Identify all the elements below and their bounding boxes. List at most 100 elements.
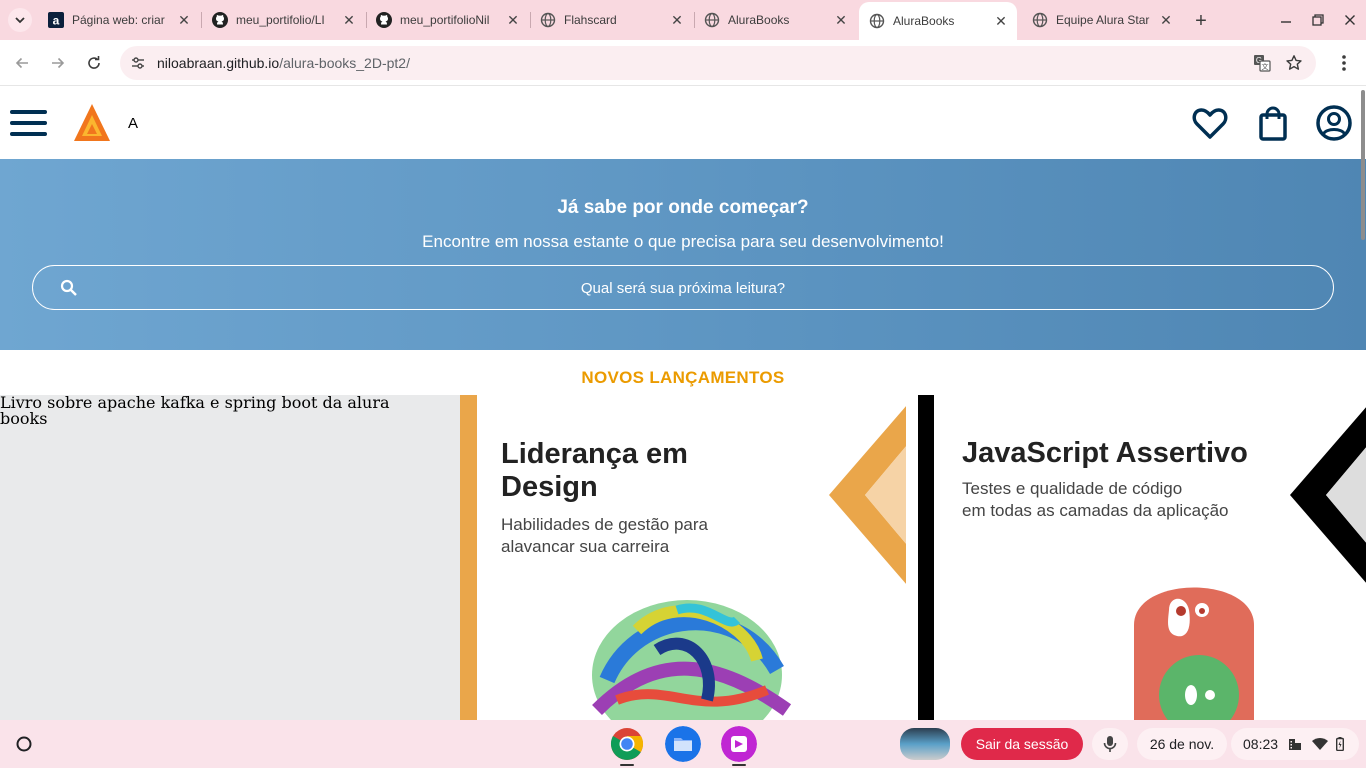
book-title-line: Liderança em [501, 438, 688, 470]
book-subtitle-line: em todas as camadas da aplicação [962, 501, 1229, 520]
heart-icon[interactable] [1191, 104, 1229, 142]
book-cover-broken-image[interactable]: Livro sobre apache kafka e spring boot d… [0, 395, 460, 720]
new-releases-carousel: Livro sobre apache kafka e spring boot d… [0, 395, 1366, 720]
shopping-bag-icon[interactable] [1254, 104, 1292, 142]
date-tray[interactable]: 26 de nov. [1137, 728, 1227, 760]
page-scrollbar[interactable] [1361, 90, 1365, 240]
book-cover-lideranca-em-design[interactable]: Liderança em Design Habilidades de gestã… [460, 395, 906, 720]
close-icon[interactable]: ✕ [1158, 12, 1174, 28]
brand-text: A [128, 115, 139, 132]
globe-icon [869, 13, 885, 29]
web-page: A Já sabe por onde começar? Encontre em … [0, 87, 1366, 720]
enterprise-building-icon [1289, 739, 1302, 750]
user-account-icon[interactable] [1315, 104, 1353, 142]
running-indicator [732, 764, 746, 766]
globe-icon [540, 12, 556, 28]
running-indicator [620, 764, 634, 766]
browser-tab[interactable]: Equipe Alura Star ✕ [1022, 0, 1182, 40]
bookmark-star-icon[interactable] [1285, 54, 1303, 72]
address-bar[interactable]: niloabraan.github.io/alura-books_2D-pt2/… [120, 46, 1316, 80]
ghost-mascot-illustration-icon [1134, 587, 1254, 720]
tab-search-button[interactable] [8, 8, 32, 32]
more-options-icon[interactable] [1334, 52, 1354, 74]
hero-subtitle: Encontre em nossa estante o que precisa … [422, 232, 944, 251]
microphone-button[interactable] [1092, 728, 1128, 760]
svg-text:文: 文 [1262, 62, 1269, 71]
tab-title: Página web: criar [72, 13, 165, 27]
tab-title: meu_portifolioNil [400, 13, 490, 27]
restore-button[interactable] [1304, 6, 1332, 34]
screencast-app-icon[interactable] [721, 726, 757, 762]
book-cover-javascript-assertivo[interactable]: JavaScript Assertivo Testes e qualidade … [918, 395, 1366, 720]
github-icon [212, 12, 228, 28]
browser-toolbar: niloabraan.github.io/alura-books_2D-pt2/… [0, 40, 1366, 86]
close-icon[interactable]: ✕ [993, 13, 1009, 29]
tab-title: AluraBooks [728, 13, 790, 27]
cover-chevron-decoration-icon [829, 406, 906, 584]
microphone-icon [1103, 736, 1117, 752]
close-icon[interactable]: ✕ [505, 12, 521, 28]
book-title: Liderança em Design [501, 438, 688, 504]
launcher-icon[interactable] [12, 732, 36, 756]
menu-icon[interactable] [10, 110, 47, 136]
book-subtitle-line: alavancar sua carreira [501, 537, 670, 556]
site-settings-icon[interactable] [130, 55, 146, 71]
browser-tab[interactable]: Flahscard ✕ [530, 0, 693, 40]
new-tab-button[interactable]: + [1190, 10, 1212, 32]
status-tray[interactable]: 08:23 [1231, 728, 1359, 760]
browser-tab[interactable]: a Página web: criar ✕ [38, 0, 200, 40]
broken-image-alt-text: Livro sobre apache kafka e spring boot d… [0, 395, 390, 428]
github-icon [376, 12, 392, 28]
close-icon[interactable]: ✕ [176, 12, 192, 28]
url-path: /alura-books_2D-pt2/ [279, 55, 410, 71]
battery-icon [1336, 737, 1345, 751]
translate-icon[interactable]: G文 [1253, 54, 1271, 72]
search-input[interactable] [93, 272, 1273, 304]
browser-tab[interactable]: meu_portifolioNil ✕ [366, 0, 529, 40]
search-icon [60, 279, 77, 296]
holding-space-thumbnail[interactable] [900, 728, 950, 760]
reload-button[interactable] [81, 50, 107, 76]
forward-button[interactable] [45, 50, 71, 76]
close-icon[interactable]: ✕ [833, 12, 849, 28]
book-subtitle-line: Habilidades de gestão para [501, 515, 708, 534]
alura-a-icon: a [48, 12, 64, 28]
minimize-button[interactable] [1272, 6, 1300, 34]
globe-icon [704, 12, 720, 28]
browser-tab[interactable]: AluraBooks ✕ [694, 0, 857, 40]
close-icon[interactable]: ✕ [341, 12, 357, 28]
close-icon[interactable]: ✕ [669, 12, 685, 28]
browser-tab[interactable]: meu_portifolio/LI ✕ [202, 0, 365, 40]
files-icon[interactable] [665, 726, 701, 762]
plus-icon: + [1195, 9, 1207, 32]
url-text: niloabraan.github.io/alura-books_2D-pt2/ [157, 55, 410, 71]
alurabooks-logo-icon[interactable] [72, 103, 112, 143]
tab-title: Flahscard [564, 13, 617, 27]
arrow-right-icon [52, 57, 65, 69]
globe-icon [1032, 12, 1048, 28]
paint-scribble-illustration-icon [592, 600, 792, 720]
browser-tab-strip: a Página web: criar ✕ meu_portifolio/LI … [0, 0, 1366, 40]
search-box[interactable] [32, 265, 1334, 310]
wifi-icon [1312, 738, 1329, 750]
close-window-button[interactable] [1336, 6, 1364, 34]
hero-title: Já sabe por onde começar? [557, 197, 809, 218]
tab-title: Equipe Alura Star [1056, 13, 1150, 27]
book-subtitle: Habilidades de gestão para alavancar sua… [501, 514, 708, 558]
book-title: JavaScript Assertivo [962, 437, 1248, 469]
reload-icon [88, 56, 100, 69]
search-hero: Já sabe por onde começar? Encontre em no… [0, 159, 1366, 350]
book-subtitle: Testes e qualidade de código em todas as… [962, 478, 1229, 522]
back-button[interactable] [9, 50, 35, 76]
chevron-down-icon [15, 17, 25, 24]
browser-tab-active[interactable]: AluraBooks ✕ [859, 2, 1017, 40]
site-header: A [0, 87, 1366, 159]
svg-text:a: a [53, 14, 60, 28]
logout-button[interactable]: Sair da sessão [961, 728, 1083, 760]
os-shelf: Sair da sessão 26 de nov. 08:23 [0, 720, 1366, 768]
tab-title: AluraBooks [893, 14, 955, 28]
restore-icon [1312, 14, 1324, 26]
close-icon [1345, 15, 1355, 25]
url-host: niloabraan.github.io [157, 55, 280, 71]
chrome-icon[interactable] [609, 726, 645, 762]
